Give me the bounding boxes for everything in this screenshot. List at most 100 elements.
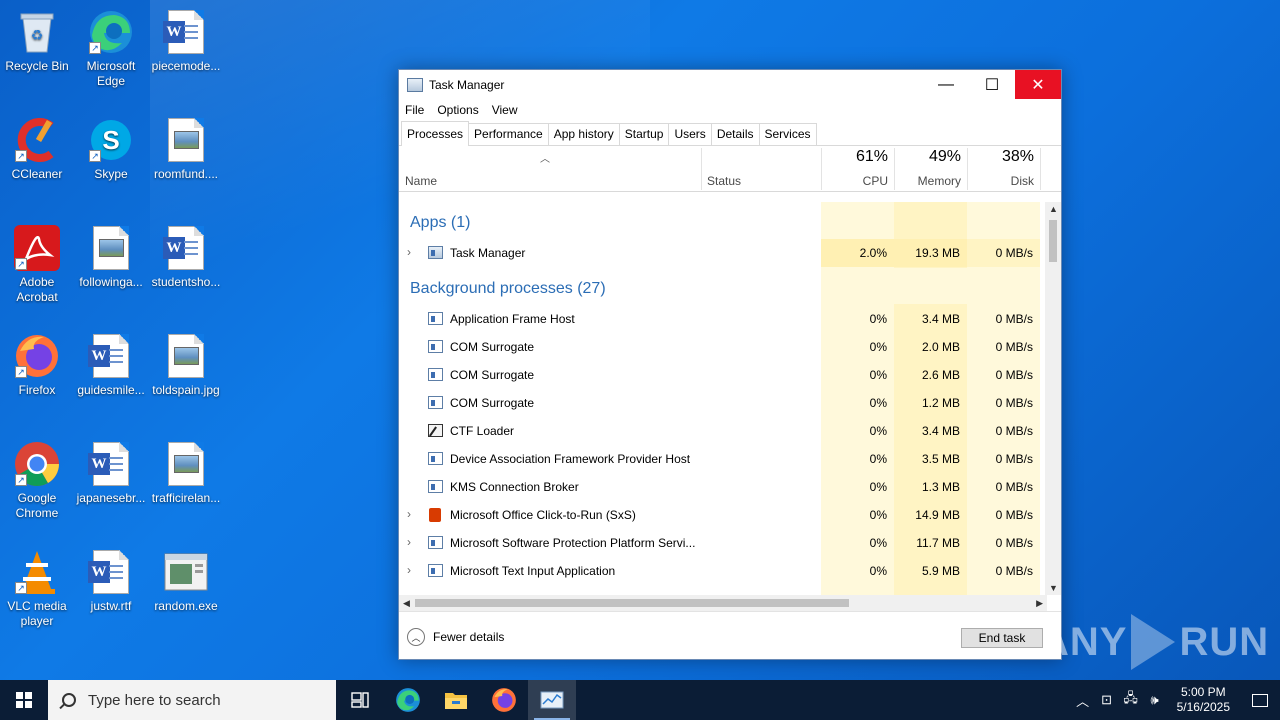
desktop-icon-microsoft-edge[interactable]: ↗ Microsoft Edge (74, 8, 148, 89)
desktop-icon-justw[interactable]: W justw.rtf (74, 548, 148, 614)
chrome-icon: ↗ (13, 440, 61, 488)
tab-processes[interactable]: Processes (401, 121, 470, 146)
process-row[interactable]: › Microsoft Software Protection Platform… (399, 529, 1047, 557)
desktop-icon-roomfund[interactable]: roomfund.... (149, 116, 223, 182)
menu-view[interactable]: View (492, 103, 518, 117)
process-row[interactable]: COM Surrogate 0% 2.6 MB 0 MB/s (399, 361, 1047, 389)
horizontal-scrollbar[interactable]: ◀ ▶ (399, 595, 1047, 611)
shortcut-arrow-icon: ↗ (89, 150, 101, 162)
network-icon[interactable]: 🖧 (1119, 689, 1143, 711)
desktop-icon-toldspain[interactable]: toldspain.jpg (149, 332, 223, 398)
vertical-scrollbar[interactable]: ▲ ▼ (1045, 202, 1061, 595)
taskbar-clock[interactable]: 5:00 PM 5/16/2025 (1177, 685, 1230, 715)
process-row[interactable]: KMS Connection Broker 0% 1.3 MB 0 MB/s (399, 473, 1047, 501)
tab-performance[interactable]: Performance (468, 123, 549, 145)
desktop-icon-skype[interactable]: S ↗ Skype (74, 116, 148, 182)
process-row[interactable]: CTF Loader 0% 3.4 MB 0 MB/s (399, 417, 1047, 445)
process-disk: 0 MB/s (995, 424, 1033, 438)
process-row[interactable]: Device Association Framework Provider Ho… (399, 445, 1047, 473)
taskbar-search-box[interactable]: Type here to search (48, 680, 336, 720)
desktop-icon-label: CCleaner (11, 167, 63, 181)
title-bar[interactable]: Task Manager — ☐ ✕ (399, 70, 1061, 100)
desktop-icon-piecemode[interactable]: W piecemode... (149, 8, 223, 74)
close-button[interactable]: ✕ (1015, 70, 1061, 99)
vertical-scroll-thumb[interactable] (1049, 220, 1057, 262)
desktop-icon-japanesebr[interactable]: W japanesebr... (74, 440, 148, 506)
scroll-down-arrow-icon[interactable]: ▼ (1049, 583, 1058, 593)
desktop-icon-studentsho[interactable]: W studentsho... (149, 224, 223, 290)
expand-chevron-icon[interactable]: › (407, 535, 411, 549)
process-cpu: 0% (869, 396, 887, 410)
volume-icon[interactable]: 🕪 (1143, 692, 1167, 708)
tab-details[interactable]: Details (710, 123, 760, 145)
desktop-icon-label: Recycle Bin (5, 59, 69, 73)
desktop-icon-vlc[interactable]: ↗ VLC media player (0, 548, 74, 629)
desktop-icon-google-chrome[interactable]: ↗ Google Chrome (0, 440, 74, 521)
minimize-button[interactable]: — (923, 70, 969, 99)
meet-now-icon[interactable]: ⊡ (1095, 692, 1119, 708)
desktop-icon-random-exe[interactable]: random.exe (149, 548, 223, 614)
tab-users[interactable]: Users (668, 123, 712, 145)
tab-startup[interactable]: Startup (618, 123, 670, 145)
end-task-button[interactable]: End task (961, 628, 1043, 648)
start-button[interactable] (0, 680, 48, 720)
scroll-right-arrow-icon[interactable]: ▶ (1036, 598, 1043, 609)
process-row[interactable]: › Microsoft Text Input Application 0% 5.… (399, 557, 1047, 585)
desktop-icon-ccleaner[interactable]: ↗ CCleaner (0, 116, 74, 182)
action-center-button[interactable] (1240, 680, 1280, 720)
desktop-icon-firefox[interactable]: ↗ Firefox (0, 332, 74, 398)
menu-file[interactable]: File (405, 103, 424, 117)
column-divider[interactable] (1040, 148, 1041, 190)
desktop-icon-recycle-bin[interactable]: ♻ Recycle Bin (0, 8, 74, 74)
expand-chevron-icon[interactable]: › (407, 563, 411, 577)
process-name: KMS Connection Broker (450, 480, 579, 494)
process-row[interactable]: Application Frame Host 0% 3.4 MB 0 MB/s (399, 305, 1047, 333)
scroll-left-arrow-icon[interactable]: ◀ (403, 598, 410, 609)
process-row[interactable]: COM Surrogate 0% 2.0 MB 0 MB/s (399, 333, 1047, 361)
taskbar-file-explorer-button[interactable] (432, 680, 480, 720)
watermark-left-text: ANY (1040, 619, 1128, 664)
desktop-icon-adobe-acrobat[interactable]: ↗ Adobe Acrobat (0, 224, 74, 305)
process-cpu: 0% (869, 424, 887, 438)
process-row[interactable]: COM Surrogate 0% 1.2 MB 0 MB/s (399, 389, 1047, 417)
chevron-up-icon[interactable]: ︿ (1071, 691, 1095, 710)
desktop-icon-trafficirelan[interactable]: trafficirelan... (149, 440, 223, 506)
expand-chevron-icon[interactable]: › (407, 245, 411, 259)
task-manager-process-icon (428, 246, 443, 259)
column-memory-header[interactable]: 49% Memory (894, 146, 967, 192)
play-icon (1131, 614, 1176, 670)
desktop-icon-followinga[interactable]: followinga... (74, 224, 148, 290)
taskbar-task-manager-button[interactable] (528, 680, 576, 720)
column-disk-label: Disk (1010, 174, 1034, 188)
process-memory: 3.4 MB (921, 312, 960, 326)
column-cpu-label: CPU (862, 174, 888, 188)
process-row[interactable]: › Microsoft Office Click-to-Run (SxS) 0%… (399, 501, 1047, 529)
edge-icon: ↗ (87, 8, 135, 56)
process-disk: 0 MB/s (995, 246, 1033, 260)
folder-icon (445, 693, 467, 709)
expand-chevron-icon[interactable]: › (407, 507, 411, 521)
desktop-icon-label: Adobe Acrobat (16, 275, 58, 304)
task-view-button[interactable] (336, 680, 384, 720)
svg-text:♻: ♻ (31, 28, 44, 44)
process-disk: 0 MB/s (995, 340, 1033, 354)
column-disk-header[interactable]: 38% Disk (967, 146, 1040, 192)
column-cpu-header[interactable]: 61% CPU (821, 146, 894, 192)
process-memory: 5.9 MB (921, 564, 960, 578)
process-row-task-manager[interactable]: › Task Manager 2.0% 19.3 MB 0 MB/s (399, 239, 1047, 267)
column-status-header[interactable]: Status (701, 146, 821, 192)
taskbar-firefox-button[interactable] (480, 680, 528, 720)
horizontal-scroll-thumb[interactable] (415, 599, 849, 607)
scroll-up-arrow-icon[interactable]: ▲ (1049, 204, 1058, 214)
app-window-icon (428, 396, 443, 409)
tab-app-history[interactable]: App history (547, 123, 620, 145)
tab-services[interactable]: Services (758, 123, 817, 145)
app-window-icon (428, 452, 443, 465)
taskbar-edge-button[interactable] (384, 680, 432, 720)
menu-options[interactable]: Options (437, 103, 478, 117)
fewer-details-button[interactable]: ︿ Fewer details (407, 628, 504, 646)
column-name-header[interactable]: ︿ Name (399, 146, 701, 192)
desktop-icon-guidesmile[interactable]: W guidesmile... (74, 332, 148, 398)
process-memory: 3.4 MB (921, 424, 960, 438)
maximize-button[interactable]: ☐ (969, 70, 1015, 99)
